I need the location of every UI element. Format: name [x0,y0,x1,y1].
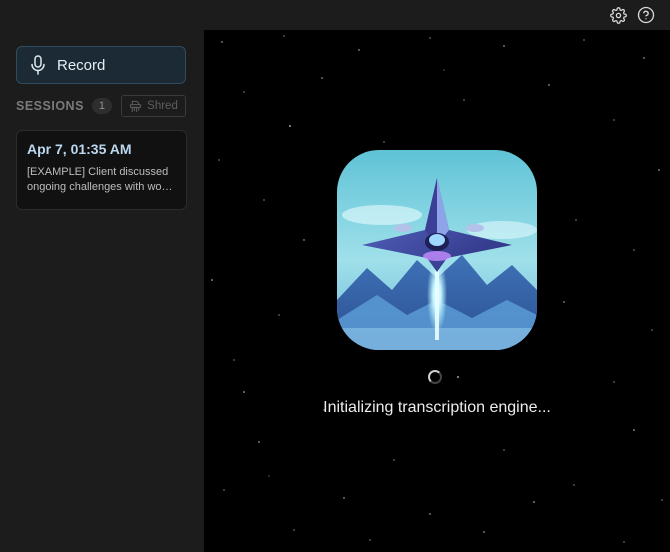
sidebar: Record SESSIONS 1 Shred Apr 7, 01:35 AM … [0,30,204,552]
settings-button[interactable] [608,5,628,25]
record-button[interactable]: Record [16,46,186,84]
main-panel: Initializing transcription engine... [204,30,670,552]
help-button[interactable] [636,5,656,25]
session-date: Apr 7, 01:35 AM [27,141,132,157]
sessions-count-badge: 1 [91,98,113,114]
help-icon [637,6,655,24]
shred-button[interactable]: Shred [121,95,186,117]
session-card[interactable]: Apr 7, 01:35 AM [EXAMPLE] Client discuss… [16,130,187,210]
gear-icon [609,6,627,24]
sessions-label: SESSIONS [16,99,84,113]
microphone-icon [30,55,48,75]
status-text: Initializing transcription engine... [323,399,551,416]
session-summary: [EXAMPLE] Client discussed ongoing chall… [27,166,171,193]
sessions-header: SESSIONS 1 Shred [16,94,186,118]
spaceship-logo-icon [337,150,537,350]
shred-label: Shred [147,100,178,112]
record-label: Record [57,56,106,74]
title-bar [0,0,670,30]
loading-spinner [428,370,442,384]
shredder-icon [130,100,142,112]
